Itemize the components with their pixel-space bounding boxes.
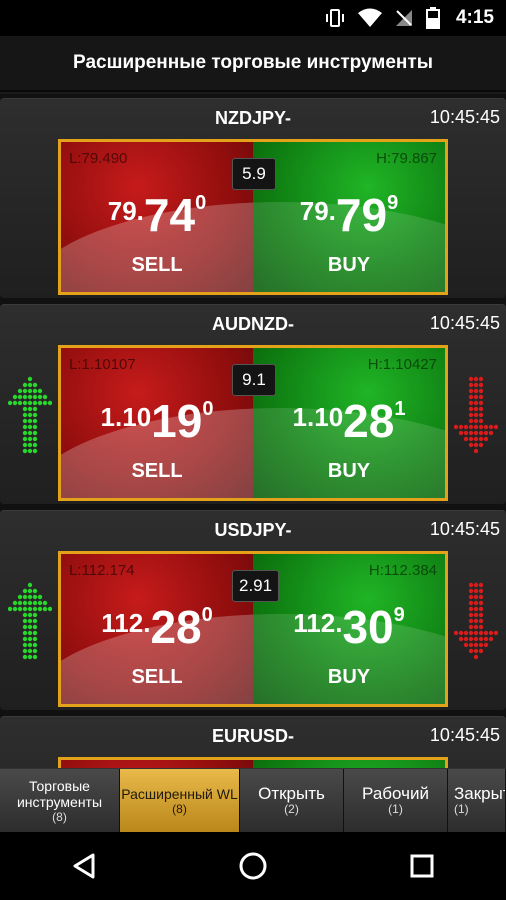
no-sim-icon: [395, 10, 412, 26]
buy-price-prefix: 79.: [299, 196, 336, 226]
back-button[interactable]: [54, 836, 114, 896]
sell-label: SELL: [131, 460, 183, 482]
price-box: L:79.490 H:79.867 5.9 79.740 79.799 SELL…: [58, 139, 448, 295]
tab-count: (8): [52, 810, 67, 824]
instrument-list[interactable]: NZDJPY- 10:45:45 L:79.490 H:79.867 5.9 7…: [0, 94, 506, 768]
quote-time: 10:45:45: [429, 107, 500, 127]
dotted-up-arrow-icon: [8, 376, 52, 454]
status-time: 4:15: [455, 7, 494, 28]
spread-badge: 9.1: [232, 364, 276, 396]
dotted-up-arrow-icon: [8, 582, 52, 660]
high-price: H:1.10427: [367, 356, 437, 373]
home-button[interactable]: [223, 836, 283, 896]
sell-price-fraction: 0: [201, 604, 213, 626]
high-price: H:112.384: [368, 562, 437, 579]
sell-price-prefix: 112.: [101, 608, 151, 638]
sell-price-pips: 28: [150, 601, 202, 653]
buy-price-pips: 30: [342, 601, 394, 653]
quote-time: 10:45:45: [429, 725, 500, 745]
sell-price-prefix: 1.10: [100, 402, 152, 432]
buy-label: BUY: [327, 254, 371, 276]
buy-price-prefix: 112.: [293, 608, 343, 638]
sell-price-pips: 74: [143, 189, 196, 241]
recents-icon: [410, 854, 434, 878]
wifi-icon: [357, 8, 382, 27]
low-price: L:1.10107: [69, 356, 136, 373]
buy-price: 112.309: [253, 600, 445, 654]
instrument-card: USDJPY- 10:45:45 L:112.174 H:112.384 2.9…: [0, 510, 506, 710]
sell-price-pips: 19: [151, 395, 203, 447]
sell-price: 1.10190: [61, 394, 253, 448]
buy-price: 79.799: [253, 188, 445, 242]
tab-bar: Торговые инструменты (8) Расширенный WL …: [0, 768, 506, 833]
card-header: NZDJPY- 10:45:45: [0, 99, 506, 135]
sell-label: SELL: [131, 254, 183, 276]
home-icon: [239, 852, 267, 880]
buy-price-pips: 79: [335, 189, 388, 241]
buy-price-pips: 28: [343, 395, 395, 447]
buy-label: BUY: [327, 666, 371, 688]
tab-label: Рабочий: [362, 784, 429, 803]
buy-label: BUY: [327, 460, 371, 482]
card-header: AUDNZD- 10:45:45: [0, 305, 506, 341]
buy-price: 1.10281: [253, 394, 445, 448]
system-nav-bar: [0, 832, 506, 900]
dotted-down-arrow-icon: [454, 376, 498, 454]
sell-price-prefix: 79.: [107, 196, 144, 226]
sell-label: SELL: [131, 666, 183, 688]
tab-label: Закрытые: [454, 784, 505, 803]
quote-time: 10:45:45: [429, 313, 500, 333]
low-price: L:79.490: [69, 150, 128, 167]
sell-price-fraction: 0: [202, 398, 214, 420]
tab-closed[interactable]: Закрытые (1): [448, 769, 506, 833]
buy-price-fraction: 9: [393, 604, 405, 626]
status-icons: 4:15: [324, 6, 494, 30]
tab-count: (1): [388, 802, 403, 816]
price-box: [58, 757, 448, 768]
tab-instruments[interactable]: Торговые инструменты (8): [0, 769, 120, 833]
card-header: EURUSD- 10:45:45: [0, 717, 506, 753]
buy-button[interactable]: [253, 760, 445, 768]
spread-badge: 2.91: [232, 570, 280, 602]
tab-label: Торговые инструменты: [16, 778, 103, 810]
tab-count: (8): [172, 802, 187, 816]
page-title: Расширенные торговые инструменты: [73, 52, 433, 73]
spread-badge: 5.9: [232, 158, 276, 190]
dotted-down-arrow-icon: [454, 582, 498, 660]
recents-button[interactable]: [392, 836, 452, 896]
tab-extended-wl[interactable]: Расширенный WL (8): [120, 769, 240, 833]
card-header: USDJPY- 10:45:45: [0, 511, 506, 547]
sell-price: 112.280: [61, 600, 253, 654]
buy-price-fraction: 1: [394, 398, 406, 420]
price-box: L:112.174 H:112.384 2.91 112.280 112.309…: [58, 551, 448, 707]
low-price: L:112.174: [69, 562, 135, 579]
tab-count: (2): [284, 802, 299, 816]
buy-price-prefix: 1.10: [292, 402, 344, 432]
buy-price-fraction: 9: [387, 192, 399, 214]
instrument-card: NZDJPY- 10:45:45 L:79.490 H:79.867 5.9 7…: [0, 98, 506, 298]
back-icon: [73, 853, 95, 879]
tab-count: (1): [454, 802, 469, 816]
sell-button[interactable]: [61, 760, 253, 768]
tab-label: Открыть: [258, 784, 325, 803]
high-price: H:79.867: [376, 150, 437, 167]
battery-icon: [425, 7, 440, 29]
sell-price: 79.740: [61, 188, 253, 242]
status-bar: 4:15: [0, 0, 506, 36]
tab-label: Расширенный WL: [121, 786, 238, 802]
sell-price-fraction: 0: [195, 192, 207, 214]
price-box: L:1.10107 H:1.10427 9.1 1.10190 1.10281 …: [58, 345, 448, 501]
tab-open[interactable]: Открыть (2): [240, 769, 344, 833]
instrument-card: AUDNZD- 10:45:45 L:1.10107 H:1.10427 9.1…: [0, 304, 506, 504]
tab-working[interactable]: Рабочий (1): [344, 769, 448, 833]
instrument-card: EURUSD- 10:45:45: [0, 716, 506, 768]
quote-time: 10:45:45: [429, 519, 500, 539]
app-header: Расширенные торговые инструменты: [0, 36, 506, 92]
vibrate-icon: [325, 9, 344, 27]
